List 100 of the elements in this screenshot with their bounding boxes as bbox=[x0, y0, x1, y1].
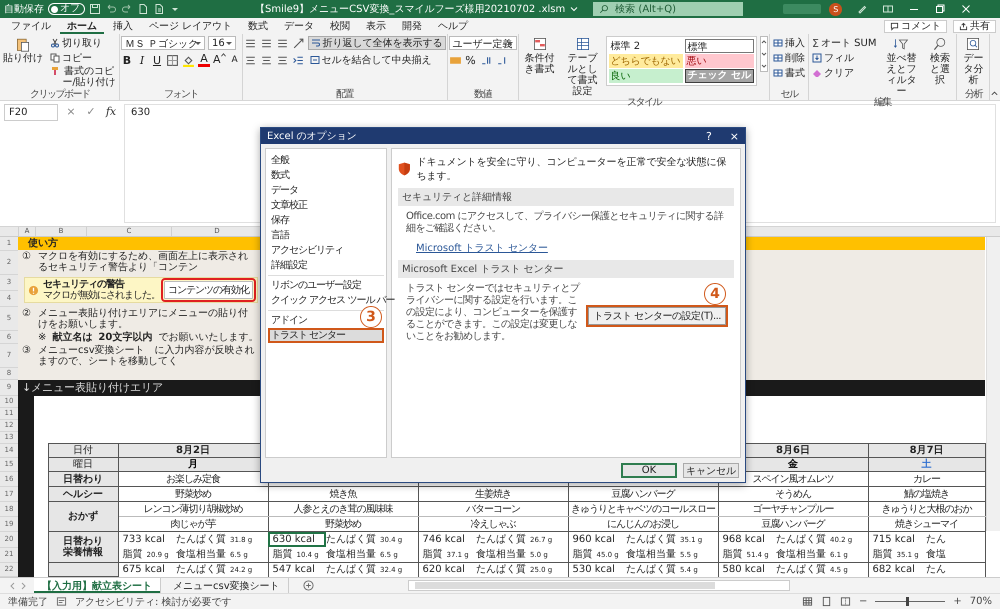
insert-function-symbol[interactable]: fx bbox=[104, 104, 118, 119]
cell-style[interactable]: どちらでもない bbox=[608, 54, 683, 68]
menu-tab[interactable]: 挿入 bbox=[106, 18, 140, 34]
page-break-view-icon[interactable] bbox=[840, 596, 851, 607]
nav-item[interactable]: クイック アクセス ツール バー bbox=[268, 293, 398, 308]
font-color-button[interactable]: A bbox=[198, 53, 210, 67]
copy-button[interactable]: コピー bbox=[48, 51, 118, 65]
indent-icon[interactable] bbox=[292, 54, 305, 66]
borders-icon[interactable] bbox=[166, 54, 179, 66]
pen-icon[interactable] bbox=[856, 3, 868, 15]
name-box[interactable]: F20 bbox=[4, 104, 58, 121]
page-layout-view-icon[interactable] bbox=[820, 596, 832, 607]
fill-color-icon[interactable] bbox=[182, 54, 195, 66]
align-icon[interactable] bbox=[244, 36, 257, 50]
bold-button[interactable]: B bbox=[121, 53, 133, 67]
enable-content-button[interactable]: コンテンツの有効化 bbox=[164, 281, 253, 300]
cell-style[interactable]: 悪い bbox=[684, 54, 754, 68]
nav-item[interactable]: 詳細設定 bbox=[268, 258, 310, 273]
zoom-out-button[interactable]: − bbox=[858, 596, 868, 607]
conditional-format-button[interactable]: 条件付き書式 bbox=[520, 36, 560, 75]
nav-item[interactable]: 文章校正 bbox=[268, 198, 310, 213]
save-icon[interactable] bbox=[89, 3, 101, 15]
nav-item[interactable]: トラスト センター bbox=[268, 328, 384, 343]
font-size-dropdown[interactable]: 16 bbox=[208, 36, 236, 50]
cells-button[interactable]: 挿入 bbox=[771, 36, 808, 50]
macro-icon[interactable] bbox=[56, 596, 67, 607]
add-sheet-icon[interactable] bbox=[302, 580, 314, 591]
menu-tab[interactable]: ページ レイアウト bbox=[142, 18, 240, 34]
italic-button[interactable]: I bbox=[136, 53, 148, 67]
cancel-button[interactable]: キャンセル bbox=[683, 462, 739, 478]
nav-item[interactable]: 数式 bbox=[268, 168, 292, 183]
enter-symbol[interactable]: ✓ bbox=[84, 104, 98, 119]
collapse-ribbon-icon[interactable] bbox=[990, 89, 1000, 98]
document-icon[interactable] bbox=[153, 3, 165, 15]
cells-button[interactable]: 書式 bbox=[771, 66, 808, 80]
cell-style[interactable]: 標準 bbox=[684, 39, 754, 53]
wrap-text-button[interactable]: 折り返して全体を表示する bbox=[308, 36, 446, 50]
cancel-symbol[interactable]: × bbox=[64, 104, 78, 119]
cut-button[interactable]: 切り取り bbox=[48, 36, 118, 50]
autosave-toggle[interactable]: オフ bbox=[48, 3, 85, 15]
menu-tab[interactable]: データ bbox=[277, 18, 322, 34]
zoom-level[interactable]: 70% bbox=[970, 596, 992, 607]
vertical-scrollbar[interactable] bbox=[986, 237, 1000, 531]
font-name-dropdown[interactable]: ＭＳ Ｐゴシック bbox=[121, 36, 205, 50]
menu-tab[interactable]: 表示 bbox=[359, 18, 394, 34]
find-select-button[interactable]: 検索と選択 bbox=[924, 36, 956, 86]
nav-item[interactable]: 言語 bbox=[268, 228, 292, 243]
paste-button[interactable]: 貼り付け bbox=[1, 36, 45, 64]
cells-button[interactable]: 削除 bbox=[771, 51, 808, 65]
grow-font-button[interactable]: A bbox=[213, 53, 226, 67]
menu-tab[interactable]: ヘルプ bbox=[431, 18, 476, 34]
trust-center-link[interactable]: Microsoft トラスト センター bbox=[406, 241, 726, 255]
underline-button[interactable]: U bbox=[151, 53, 163, 67]
document-icon[interactable] bbox=[137, 3, 149, 15]
orientation-icon[interactable] bbox=[292, 36, 305, 50]
menu-tab[interactable]: 開発 bbox=[395, 18, 430, 34]
gallery-scroll-icon[interactable] bbox=[760, 36, 768, 72]
data-analysis-button[interactable]: データ分析 bbox=[958, 36, 988, 86]
sheet-tab[interactable]: 【入力用】献立表シート bbox=[34, 578, 161, 593]
share-button[interactable]: 共有 bbox=[953, 20, 996, 32]
clear-button[interactable]: クリア bbox=[810, 66, 878, 80]
menu-tab[interactable]: 校閲 bbox=[323, 18, 358, 34]
search-field[interactable]: 検索 (Alt+Q) bbox=[593, 2, 744, 16]
close-button[interactable]: × bbox=[730, 130, 739, 142]
nav-item[interactable]: 全般 bbox=[268, 153, 292, 168]
undo-icon[interactable] bbox=[105, 3, 117, 15]
align-icon[interactable] bbox=[260, 54, 273, 66]
format-painter-button[interactable]: 書式のコピー/貼り付け bbox=[48, 66, 118, 88]
nav-item[interactable]: リボンのユーザー設定 bbox=[268, 278, 364, 293]
menu-tab[interactable]: 数式 bbox=[241, 18, 276, 34]
autosum-button[interactable]: Σ オート SUM bbox=[810, 36, 878, 50]
sort-filter-button[interactable]: 並べ替えとフィルター bbox=[881, 36, 922, 97]
help-button[interactable]: ? bbox=[706, 130, 712, 142]
align-icon[interactable] bbox=[276, 36, 289, 50]
align-icon[interactable] bbox=[244, 54, 257, 66]
user-avatar[interactable]: S bbox=[829, 2, 842, 16]
accessibility-status[interactable]: アクセシビリティ: 検討が必要です bbox=[75, 594, 232, 608]
cell-style[interactable]: 良い bbox=[608, 69, 683, 83]
format-as-table-button[interactable]: テーブルとして書式設定 bbox=[562, 36, 603, 97]
nav-item[interactable]: アクセシビリティ bbox=[268, 243, 346, 258]
horizontal-scrollbar[interactable] bbox=[408, 580, 790, 591]
caret-icon[interactable] bbox=[569, 4, 580, 14]
shrink-font-button[interactable]: A bbox=[228, 53, 241, 67]
comment-button[interactable]: コメント bbox=[884, 20, 947, 32]
restore-icon[interactable] bbox=[934, 3, 946, 15]
trust-center-settings-button[interactable]: トラスト センターの設定(T)... bbox=[588, 307, 726, 325]
normal-view-icon[interactable] bbox=[802, 596, 813, 607]
close-icon[interactable] bbox=[960, 3, 972, 15]
menu-tab[interactable]: ホーム bbox=[60, 18, 104, 34]
number-format-dropdown[interactable]: ユーザー定義 bbox=[448, 36, 517, 50]
ok-button[interactable]: OK bbox=[621, 462, 677, 478]
nav-item[interactable]: データ bbox=[268, 183, 301, 198]
redo-icon[interactable] bbox=[121, 3, 133, 15]
align-icon[interactable] bbox=[260, 36, 273, 50]
percent-button[interactable]: % bbox=[464, 53, 477, 67]
zoom-in-button[interactable]: + bbox=[953, 596, 962, 607]
merge-center-button[interactable]: セルを結合して中央揃え bbox=[308, 53, 434, 67]
book-icon[interactable] bbox=[882, 3, 894, 15]
align-icon[interactable] bbox=[276, 54, 289, 66]
fill-button[interactable]: フィル bbox=[810, 51, 878, 65]
